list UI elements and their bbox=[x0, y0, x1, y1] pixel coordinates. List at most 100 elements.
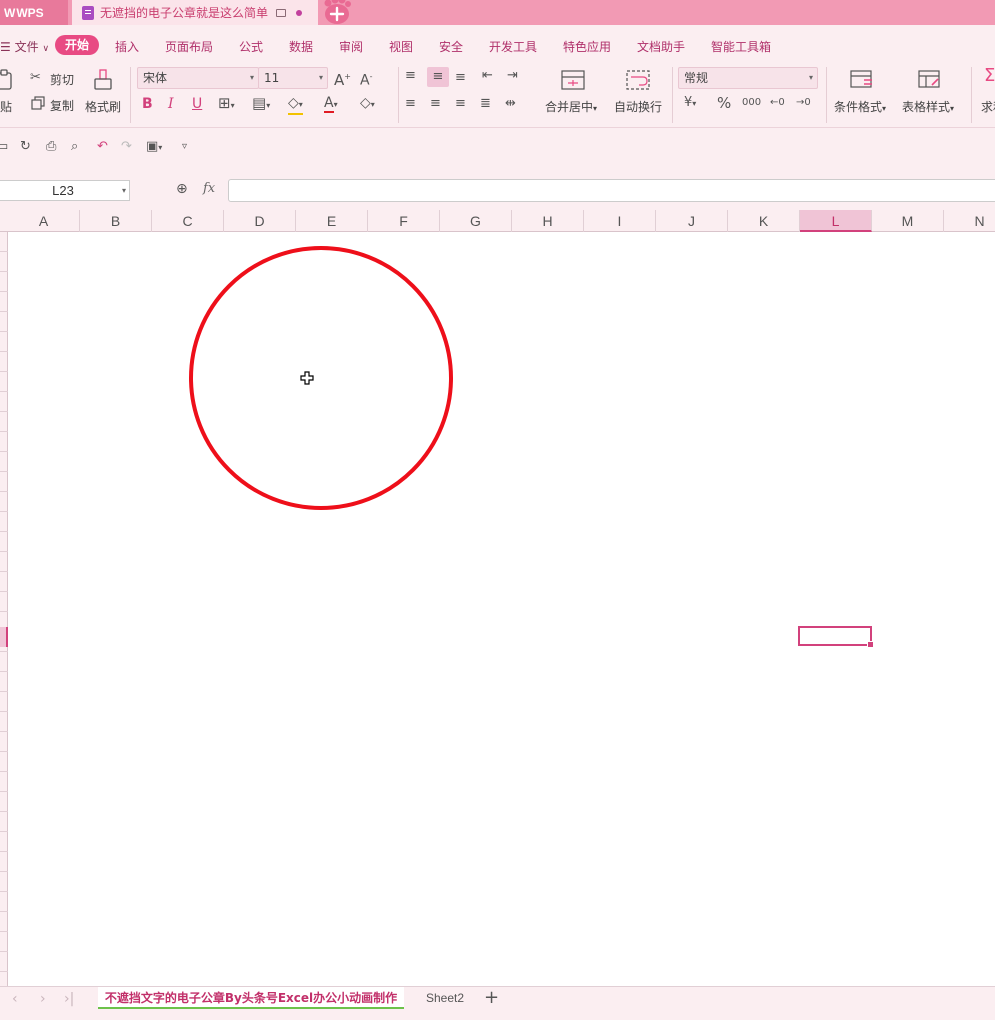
decrease-decimal-icon[interactable]: →0 bbox=[796, 95, 811, 111]
justify-icon[interactable]: ≣ bbox=[480, 96, 491, 112]
seal-circle-shape[interactable] bbox=[189, 246, 453, 510]
paste-icon[interactable] bbox=[0, 69, 14, 91]
merge-center-icon[interactable] bbox=[560, 69, 586, 91]
wps-home-tab[interactable]: W WPS bbox=[0, 0, 68, 25]
column-header-h[interactable]: H bbox=[512, 210, 584, 232]
print-preview-icon[interactable]: ⌕ bbox=[71, 139, 78, 155]
row-header-active[interactable] bbox=[0, 627, 8, 647]
tab-security[interactable]: 安全 bbox=[439, 38, 463, 55]
conditional-format-icon[interactable] bbox=[850, 69, 874, 91]
copy-button[interactable]: 复制 bbox=[50, 97, 74, 114]
tab-developer[interactable]: 开发工具 bbox=[489, 38, 537, 55]
currency-icon[interactable]: ¥▾ bbox=[684, 95, 696, 112]
tab-data[interactable]: 数据 bbox=[289, 38, 313, 55]
save-icon[interactable]: ▭ bbox=[0, 139, 8, 155]
formula-input[interactable] bbox=[228, 179, 995, 202]
align-middle-icon[interactable]: ≡ bbox=[427, 67, 449, 87]
cut-button[interactable]: 剪切 bbox=[50, 71, 74, 88]
sheet-tab-active[interactable]: 不遮挡文字的电子公章By头条号Excel办公小动画制作 bbox=[98, 987, 404, 1009]
border-icon[interactable]: ⊞▾ bbox=[218, 95, 235, 114]
column-header-c[interactable]: C bbox=[152, 210, 224, 232]
sheet-tab-sheet2[interactable]: Sheet2 bbox=[426, 991, 464, 1005]
tab-formulas[interactable]: 公式 bbox=[239, 38, 263, 55]
last-sheet-icon[interactable]: ›| bbox=[64, 991, 74, 1007]
redo-icon[interactable]: ↷ bbox=[121, 139, 132, 155]
distribute-icon[interactable]: ⇹ bbox=[505, 96, 516, 112]
align-right-icon[interactable]: ≡ bbox=[455, 96, 466, 112]
tab-start[interactable]: 开始 bbox=[55, 35, 99, 55]
format-painter-icon[interactable] bbox=[93, 69, 113, 91]
menu-file[interactable]: ☰ 文件 ∨ bbox=[0, 38, 49, 55]
column-header-f[interactable]: F bbox=[368, 210, 440, 232]
cell-style-icon[interactable]: ▤▾ bbox=[252, 95, 270, 114]
add-sheet-icon[interactable]: + bbox=[484, 987, 499, 1008]
copy-icon[interactable] bbox=[31, 96, 45, 110]
sum-button[interactable]: 求和 bbox=[981, 98, 995, 115]
paste-button[interactable]: 贴 bbox=[0, 98, 12, 115]
font-name-select[interactable]: 宋体 ▾ bbox=[137, 67, 259, 89]
column-header-a[interactable]: A bbox=[8, 210, 80, 232]
underline-icon[interactable]: U bbox=[192, 96, 202, 112]
document-tab[interactable]: 无遮挡的电子公章就是这么简单 bbox=[72, 0, 318, 25]
column-header-k[interactable]: K bbox=[728, 210, 800, 232]
customize-toolbar-icon[interactable]: ▿ bbox=[182, 139, 187, 155]
column-header-e[interactable]: E bbox=[296, 210, 368, 232]
increase-decimal-icon[interactable]: ←0 bbox=[770, 95, 785, 111]
save-as-icon[interactable]: ▣▾ bbox=[146, 139, 162, 156]
column-header-d[interactable]: D bbox=[224, 210, 296, 232]
format-painter-button[interactable]: 格式刷 bbox=[85, 98, 121, 115]
increase-font-icon[interactable]: A+ bbox=[334, 69, 351, 88]
decrease-font-icon[interactable]: A- bbox=[360, 69, 372, 89]
decrease-indent-icon[interactable]: ⇤ bbox=[482, 68, 493, 84]
align-center-icon[interactable]: ≡ bbox=[430, 96, 441, 112]
thousands-separator-icon[interactable]: 000 bbox=[742, 95, 761, 111]
align-left-icon[interactable]: ≡ bbox=[405, 96, 416, 112]
column-header-n[interactable]: N bbox=[944, 210, 995, 232]
tab-view[interactable]: 视图 bbox=[389, 38, 413, 55]
undo-icon[interactable]: ↶ bbox=[97, 139, 108, 155]
italic-icon[interactable]: I bbox=[168, 96, 174, 112]
eraser-icon[interactable]: ◇▾ bbox=[360, 95, 375, 113]
column-header-b[interactable]: B bbox=[80, 210, 152, 232]
wrap-text-button[interactable]: 自动换行 bbox=[614, 98, 662, 115]
column-header-l[interactable]: L bbox=[800, 210, 872, 232]
selected-cell-l23[interactable] bbox=[798, 626, 874, 648]
fill-color-icon[interactable]: ◇▾ bbox=[288, 95, 303, 115]
tab-page-layout[interactable]: 页面布局 bbox=[165, 38, 213, 55]
column-header-j[interactable]: J bbox=[656, 210, 728, 232]
bold-icon[interactable]: B bbox=[142, 96, 153, 112]
align-top-icon[interactable]: ≡ bbox=[405, 68, 416, 84]
worksheet-grid[interactable] bbox=[9, 232, 995, 986]
tab-insert[interactable]: 插入 bbox=[115, 38, 139, 55]
first-sheet-icon[interactable]: ‹ bbox=[12, 991, 18, 1007]
print-icon[interactable]: ⎙ bbox=[46, 139, 56, 155]
column-header-i[interactable]: I bbox=[584, 210, 656, 232]
column-header-m[interactable]: M bbox=[872, 210, 944, 232]
fx-icon[interactable]: fx bbox=[203, 181, 215, 197]
align-bottom-icon[interactable]: ≡ bbox=[455, 70, 466, 86]
new-tab-paw-icon[interactable] bbox=[320, 0, 354, 26]
merge-center-button[interactable]: 合并居中▾ bbox=[545, 98, 597, 115]
row-headers[interactable] bbox=[0, 232, 8, 986]
table-style-button[interactable]: 表格样式▾ bbox=[902, 98, 954, 115]
number-format-select[interactable]: 常规 ▾ bbox=[678, 67, 818, 89]
font-color-icon[interactable]: A▾ bbox=[324, 95, 338, 113]
table-style-icon[interactable] bbox=[918, 69, 942, 91]
percent-icon[interactable]: % bbox=[717, 95, 731, 111]
monitor-icon[interactable] bbox=[276, 8, 287, 17]
font-size-select[interactable]: 11 ▾ bbox=[258, 67, 328, 89]
zoom-icon[interactable]: ⊕ bbox=[176, 181, 188, 197]
tab-special-apps[interactable]: 特色应用 bbox=[563, 38, 611, 55]
column-header-g[interactable]: G bbox=[440, 210, 512, 232]
scissors-icon[interactable]: ✂ bbox=[30, 70, 41, 86]
tab-review[interactable]: 审阅 bbox=[339, 38, 363, 55]
sum-icon[interactable]: Σ bbox=[984, 67, 995, 85]
next-sheet-icon[interactable]: › bbox=[40, 991, 46, 1007]
increase-indent-icon[interactable]: ⇥ bbox=[507, 68, 518, 84]
tab-doc-assistant[interactable]: 文档助手 bbox=[637, 38, 685, 55]
export-icon[interactable]: ↻ bbox=[20, 139, 31, 155]
tab-smart-toolbox[interactable]: 智能工具箱 bbox=[711, 38, 771, 55]
wrap-text-icon[interactable] bbox=[625, 69, 651, 91]
conditional-format-button[interactable]: 条件格式▾ bbox=[834, 98, 886, 115]
name-box[interactable]: L23 ▾ bbox=[0, 180, 130, 201]
